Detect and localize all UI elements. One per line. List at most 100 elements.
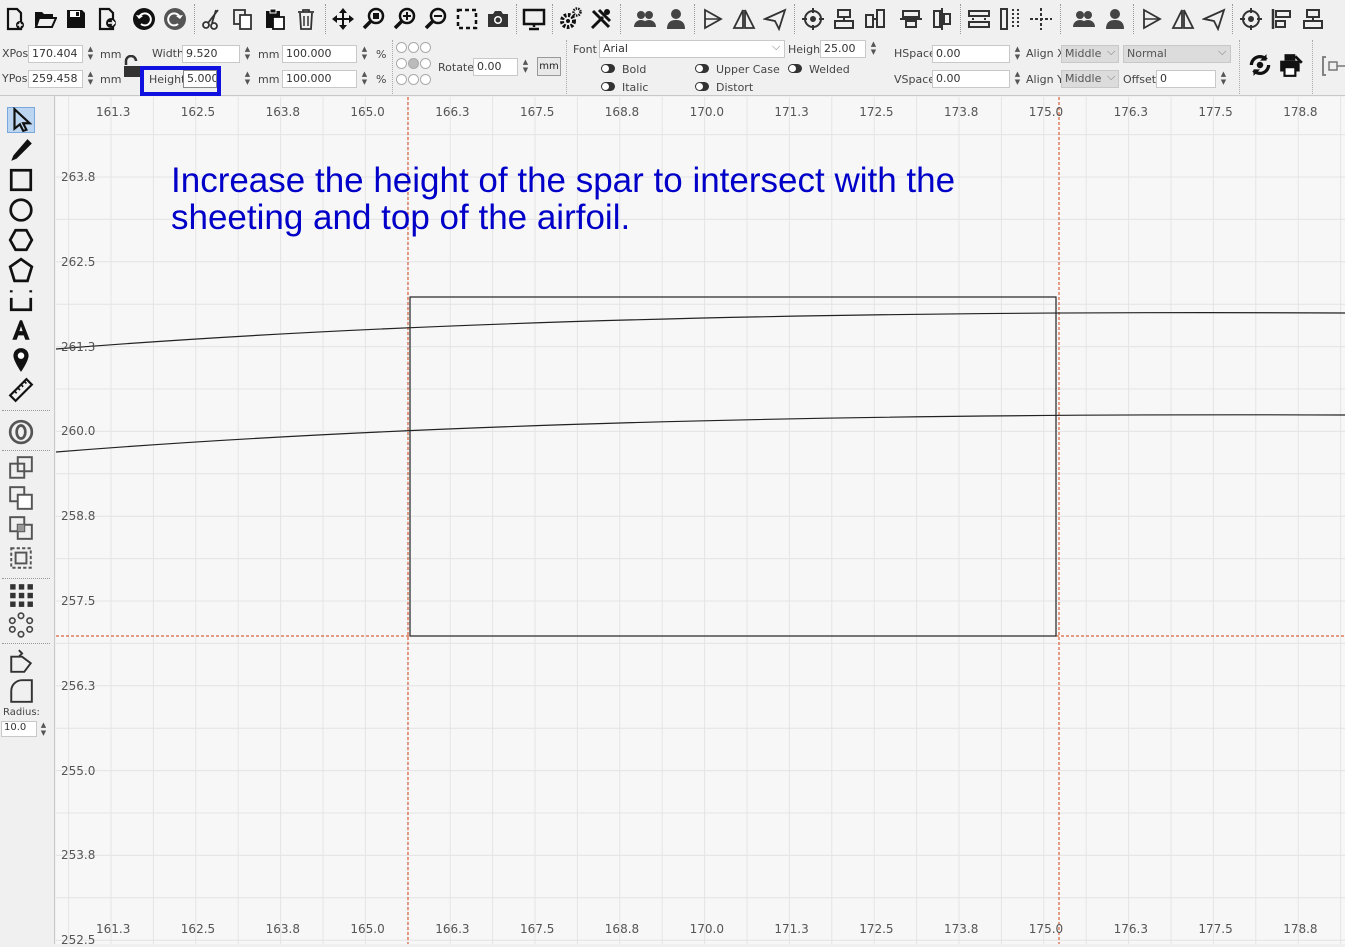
space-v-icon[interactable]: [997, 5, 1023, 33]
user-icon[interactable]: [663, 5, 689, 33]
move-icon[interactable]: [330, 5, 356, 33]
flip-h-icon[interactable]: [700, 5, 726, 33]
font-select[interactable]: Arial: [599, 40, 785, 58]
location-pin-icon[interactable]: [7, 347, 35, 373]
ellipse-tool-icon[interactable]: [7, 197, 35, 223]
font-height-spinner[interactable]: ▲ ▼: [867, 40, 880, 58]
group2-icon[interactable]: [1071, 5, 1097, 33]
anchor-point[interactable]: [396, 58, 407, 69]
text-tool-icon[interactable]: [7, 317, 35, 343]
select-frame-icon[interactable]: [454, 5, 480, 33]
zoom-out-icon[interactable]: [423, 5, 449, 33]
align-center2-icon[interactable]: [1300, 5, 1326, 33]
redo-icon[interactable]: [162, 5, 188, 33]
mirror2-icon[interactable]: [1170, 5, 1196, 33]
monitor-icon[interactable]: [521, 5, 547, 33]
undo-icon[interactable]: [131, 5, 157, 33]
vspace-input[interactable]: 0.00: [932, 70, 1010, 88]
printer-icon[interactable]: [1278, 52, 1304, 78]
hspace-input[interactable]: 0.00: [932, 45, 1010, 63]
offset-spinner[interactable]: ▲ ▼: [1217, 70, 1230, 88]
welded-toggle[interactable]: [788, 64, 802, 73]
pen-tool-icon[interactable]: [7, 137, 35, 163]
text-mode-select[interactable]: Normal: [1123, 45, 1231, 63]
rectangle-tool-icon[interactable]: [7, 167, 35, 193]
copy-icon[interactable]: [230, 5, 256, 33]
width-spinner[interactable]: ▲ ▼: [241, 45, 254, 63]
rotate-input[interactable]: 0.00: [473, 58, 518, 76]
flip2-icon[interactable]: [1139, 5, 1165, 33]
sheeting-curve[interactable]: [56, 414, 1345, 453]
target2-icon[interactable]: [1238, 5, 1264, 33]
save-icon[interactable]: [63, 5, 89, 33]
refresh-icon[interactable]: [1247, 52, 1273, 78]
target-icon[interactable]: [800, 5, 826, 33]
align-center-icon[interactable]: [831, 5, 857, 33]
open-icon[interactable]: [32, 5, 58, 33]
ypos-spinner[interactable]: ▲ ▼: [84, 70, 97, 88]
anchor-point[interactable]: [396, 42, 407, 53]
select-tool-icon[interactable]: [7, 107, 35, 133]
settings-icon[interactable]: [557, 5, 583, 33]
scale-height-input[interactable]: 100.000: [282, 70, 357, 88]
width-input[interactable]: 9.520: [182, 45, 240, 63]
anchor-point[interactable]: [420, 58, 431, 69]
scale-width-input[interactable]: 100.000: [282, 45, 357, 63]
delete-icon[interactable]: [293, 5, 319, 33]
crosshair-icon[interactable]: [1028, 5, 1054, 33]
anchor-point[interactable]: [420, 42, 431, 53]
xpos-input[interactable]: 170.404: [28, 45, 83, 63]
distribute-icon[interactable]: [862, 5, 888, 33]
new-file-icon[interactable]: [2, 5, 28, 33]
align-left-icon[interactable]: [1269, 5, 1295, 33]
measure-tool-icon[interactable]: [7, 377, 35, 403]
align-middle-icon[interactable]: [898, 5, 924, 33]
intersect-icon[interactable]: [7, 515, 35, 541]
arrow2-icon[interactable]: [1201, 5, 1227, 33]
subtract-icon[interactable]: [7, 485, 35, 511]
italic-toggle[interactable]: [601, 82, 615, 91]
bold-toggle[interactable]: [601, 64, 615, 73]
vspace-spinner[interactable]: ▲ ▼: [1011, 70, 1024, 88]
radius-input[interactable]: 10.0: [1, 721, 37, 737]
polygon-tool-icon[interactable]: [7, 227, 35, 253]
pentagon-tool-icon[interactable]: [7, 257, 35, 283]
offset-input[interactable]: 0: [1156, 70, 1216, 88]
distort-toggle[interactable]: [695, 82, 709, 91]
space-h-icon[interactable]: [966, 5, 992, 33]
zoom-in-icon[interactable]: [392, 5, 418, 33]
offset-tool-icon[interactable]: [7, 419, 35, 445]
lock-icon[interactable]: [122, 54, 142, 79]
user2-icon[interactable]: [1102, 5, 1128, 33]
paste-icon[interactable]: [262, 5, 288, 33]
edit-nodes-icon[interactable]: [7, 648, 35, 674]
airfoil-top-curve[interactable]: [56, 312, 1345, 350]
anchor-point[interactable]: [408, 42, 419, 53]
zoom-icon[interactable]: [361, 5, 387, 33]
corner-radius-icon[interactable]: [7, 678, 35, 704]
cut-icon[interactable]: [199, 5, 225, 33]
inset-icon[interactable]: [7, 545, 35, 571]
unit-mm-button[interactable]: mm: [537, 57, 561, 76]
anchor-point[interactable]: [420, 74, 431, 85]
bracket-icon[interactable]: [1320, 55, 1345, 77]
circular-array-icon[interactable]: [7, 612, 35, 638]
anchor-point-selected[interactable]: [408, 58, 419, 69]
xpos-spinner[interactable]: ▲ ▼: [84, 45, 97, 63]
rotate-spinner[interactable]: ▲ ▼: [519, 58, 532, 76]
export-icon[interactable]: [94, 5, 120, 33]
radius-spinner[interactable]: ▲ ▼: [37, 721, 50, 737]
union-icon[interactable]: [7, 455, 35, 481]
arrow-icon[interactable]: [762, 5, 788, 33]
anchor-point[interactable]: [408, 74, 419, 85]
grid-array-icon[interactable]: [7, 582, 35, 608]
tools-icon[interactable]: [588, 5, 614, 33]
anchor-point[interactable]: [396, 74, 407, 85]
font-height-input[interactable]: 25.00: [820, 40, 866, 58]
bracket-tool-icon[interactable]: [7, 287, 35, 313]
align-bottom-icon[interactable]: [929, 5, 955, 33]
upper-case-toggle[interactable]: [695, 64, 709, 73]
ypos-input[interactable]: 259.458: [28, 70, 83, 88]
scale-width-spinner[interactable]: ▲ ▼: [358, 45, 371, 63]
camera-icon[interactable]: [485, 5, 511, 33]
